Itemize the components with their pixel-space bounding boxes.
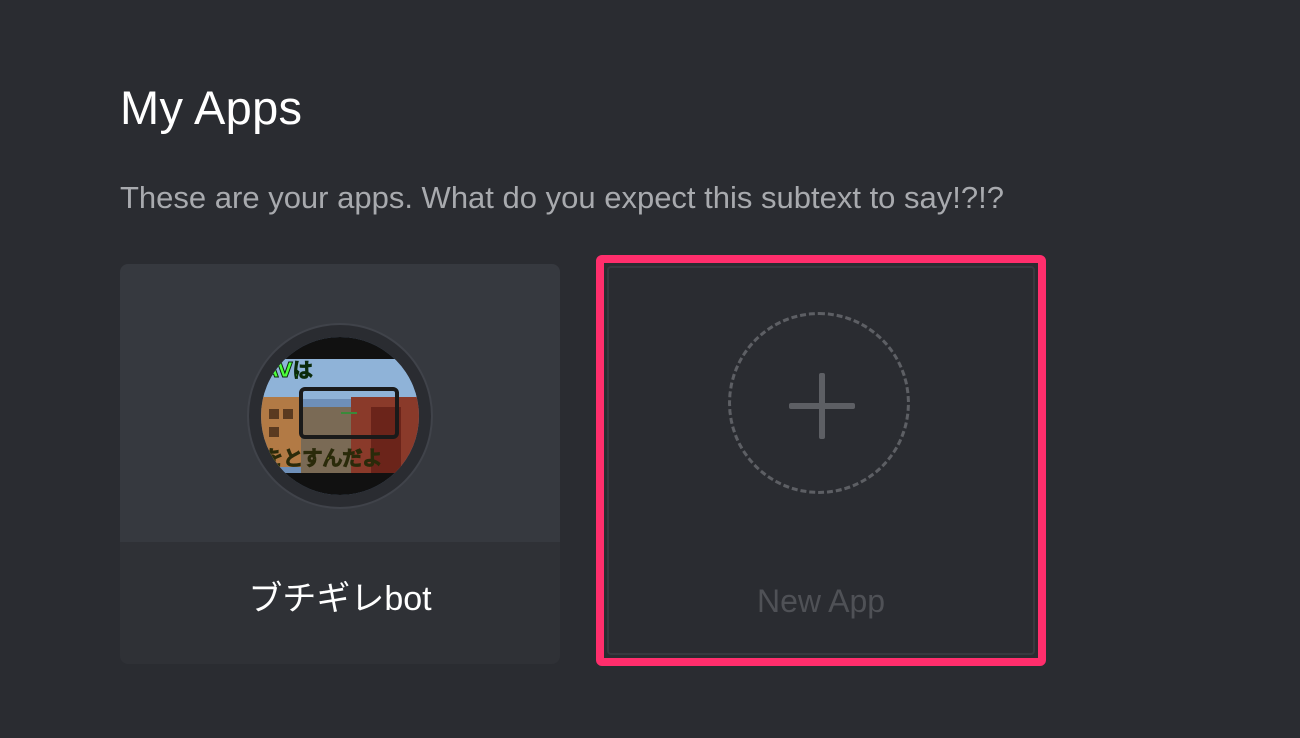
new-app-label: New App — [756, 583, 886, 619]
page-subtitle: These are your apps. What do you expect … — [120, 180, 1004, 215]
avatar-text-bottom: をとすんだよ — [263, 446, 382, 470]
my-apps-page: My Apps These are your apps. What do you… — [0, 0, 1300, 738]
page-title: My Apps — [120, 81, 303, 134]
app-card-header: AVは をとすんだよ — [120, 264, 560, 542]
avatar-text-top: AVは — [263, 358, 313, 382]
new-app-button[interactable]: New App — [596, 255, 1046, 666]
new-app-card-body: New App — [607, 266, 1035, 655]
app-avatar-image: AVは をとすんだよ — [261, 337, 419, 495]
app-name: ブチギレbot — [248, 580, 432, 618]
app-card[interactable]: AVは をとすんだよ ブチギレbot — [120, 264, 560, 664]
app-avatar: AVは をとすんだよ — [261, 337, 419, 495]
plus-icon — [789, 373, 855, 439]
new-app-dashed-circle — [728, 312, 910, 494]
app-avatar-ring: AVは をとすんだよ — [249, 325, 431, 507]
